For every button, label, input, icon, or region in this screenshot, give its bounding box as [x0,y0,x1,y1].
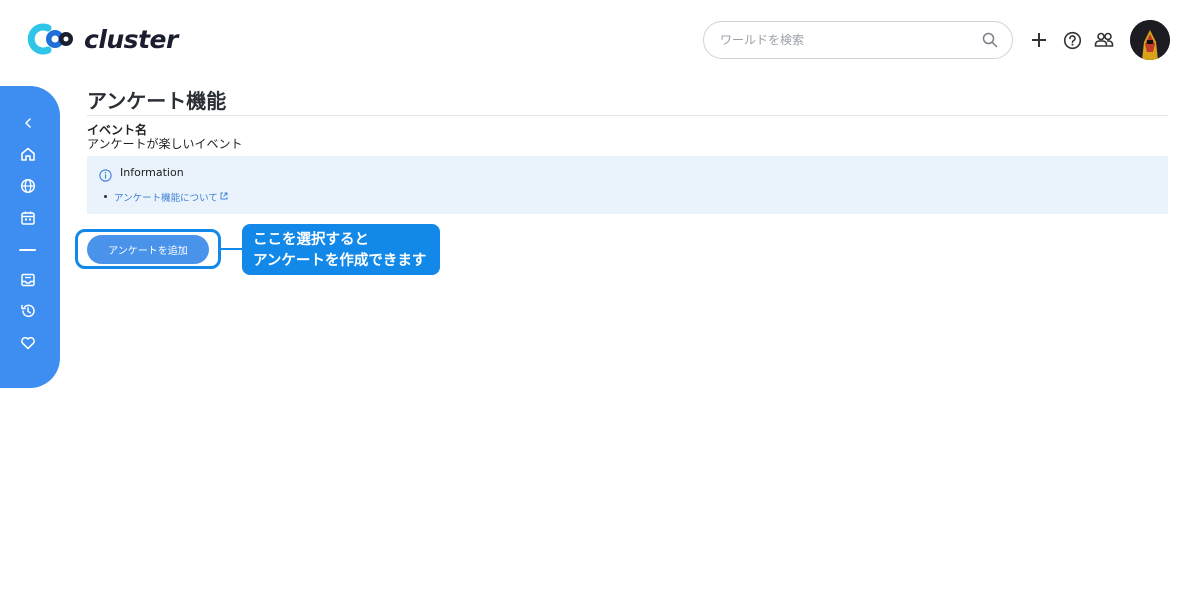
survey-help-link[interactable]: アンケート機能について [114,190,228,204]
logo-mark-icon [24,22,76,56]
list-bullet [104,195,107,198]
sidebar [0,86,60,388]
external-link-icon [220,192,228,203]
calendar-icon [20,210,36,230]
callout-connector [221,248,243,250]
instruction-callout: ここを選択すると アンケートを作成できます [242,224,440,275]
plus-icon[interactable] [1028,29,1050,51]
sidebar-item-history[interactable] [18,303,38,323]
callout-line-2: アンケートを作成できます [253,253,427,269]
world-search[interactable] [703,21,1013,59]
survey-help-link-label: アンケート機能について [114,193,218,204]
callout-line-1: ここを選択すると [253,232,369,248]
information-title: Information [120,166,184,179]
home-icon [20,146,36,166]
help-icon[interactable] [1061,29,1083,51]
sidebar-item-inbox[interactable] [18,272,38,292]
page-title: アンケート機能 [87,89,227,113]
info-icon [99,167,112,182]
heart-icon [20,335,36,355]
user-avatar[interactable] [1130,20,1170,60]
history-icon [20,303,36,323]
search-icon[interactable] [982,32,998,48]
sidebar-item-favorites[interactable] [18,335,38,355]
collapse-sidebar-button[interactable] [18,113,38,133]
cluster-logo[interactable]: cluster [24,22,178,56]
sidebar-item-events[interactable] [18,210,38,230]
inbox-icon [20,272,36,292]
logo-text: cluster [84,24,178,54]
sidebar-item-home[interactable] [18,146,38,166]
sidebar-separator [19,249,36,251]
search-input[interactable] [720,33,982,47]
title-divider [87,115,1168,116]
event-name-value: アンケートが楽しいイベント [87,137,243,151]
add-survey-button[interactable]: アンケートを追加 [87,235,209,264]
information-box: Information アンケート機能について [87,156,1168,214]
sidebar-item-worlds[interactable] [18,178,38,198]
friends-icon[interactable] [1093,29,1115,51]
chevron-left-icon [22,114,34,133]
globe-icon [20,178,36,198]
